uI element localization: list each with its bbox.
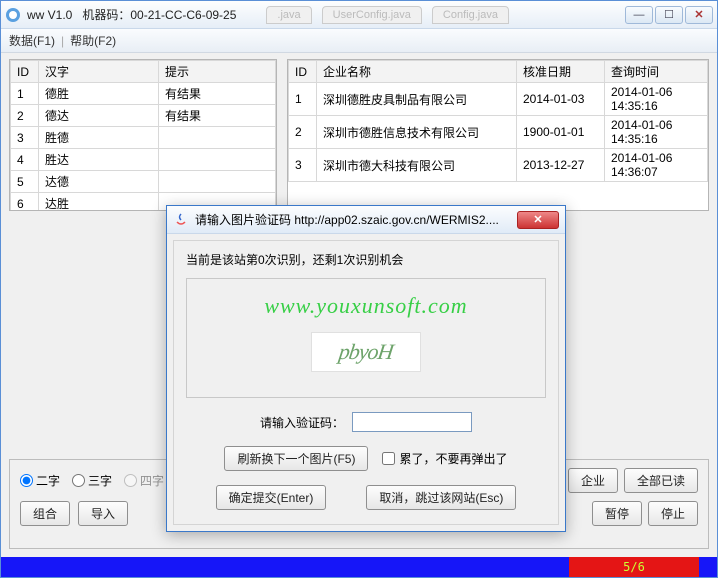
radio-four[interactable]: 四字 [124, 472, 164, 489]
table-header-row: ID 企业名称 核准日期 查询时间 [289, 61, 708, 83]
captcha-dialog: 请输入图片验证码 http://app02.szaic.gov.cn/WERMI… [166, 205, 566, 532]
progress-bar-right [699, 557, 717, 577]
stop-button[interactable]: 停止 [648, 501, 698, 526]
app-icon [5, 7, 21, 23]
captcha-input[interactable] [352, 412, 472, 432]
tired-checkbox-label[interactable]: 累了，不要再弹出了 [382, 450, 507, 467]
main-window: ww V1.0 机器码：00-21-CC-C6-09-25 .java User… [0, 0, 718, 578]
table-row[interactable]: 1德胜有结果 [11, 83, 276, 105]
background-tabs: .java UserConfig.java Config.java [266, 6, 625, 24]
combine-button[interactable]: 组合 [20, 501, 70, 526]
tired-checkbox[interactable] [382, 452, 395, 465]
radio-three[interactable]: 三字 [72, 472, 112, 489]
radio-two[interactable]: 二字 [20, 472, 60, 489]
menu-data[interactable]: 数据(F1) [9, 32, 55, 49]
tables-row: ID 汉字 提示 1德胜有结果 2德达有结果 3胜德 4胜达 5达德 6达胜 I… [9, 59, 709, 211]
progress-text: 5/6 [569, 557, 699, 577]
submit-button[interactable]: 确定提交(Enter) [216, 485, 327, 510]
col-approve-date[interactable]: 核准日期 [517, 61, 605, 83]
progress-bar-left [1, 557, 569, 577]
minimize-button[interactable]: — [625, 6, 653, 24]
char-count-radios: 二字 三字 四字 [20, 472, 164, 489]
captcha-frame: www.youxunsoft.com pbyoH [186, 278, 546, 398]
bg-tab: Config.java [432, 6, 509, 24]
table-row[interactable]: 4胜达 [11, 149, 276, 171]
refresh-captcha-button[interactable]: 刷新换下一个图片(F5) [224, 446, 368, 471]
bg-tab: .java [266, 6, 311, 24]
close-button[interactable]: ✕ [685, 6, 713, 24]
titlebar: ww V1.0 机器码：00-21-CC-C6-09-25 .java User… [1, 1, 717, 29]
all-company-button[interactable]: 企业 [568, 468, 618, 493]
import-button[interactable]: 导入 [78, 501, 128, 526]
pause-button[interactable]: 暂停 [592, 501, 642, 526]
menubar: 数据(F1) | 帮助(F2) [1, 29, 717, 53]
window-controls: — ☐ ✕ [625, 6, 713, 24]
dialog-titlebar: 请输入图片验证码 http://app02.szaic.gov.cn/WERMI… [167, 206, 565, 234]
machine-id: 机器码：00-21-CC-C6-09-25 [82, 6, 236, 23]
table-row[interactable]: 3深圳市德大科技有限公司2013-12-272014-01-06 14:36:0… [289, 149, 708, 182]
table-row[interactable]: 1深圳德胜皮具制品有限公司2014-01-032014-01-06 14:35:… [289, 83, 708, 116]
table-row[interactable]: 2德达有结果 [11, 105, 276, 127]
statusbar: 5/6 [1, 557, 717, 577]
bg-tab: UserConfig.java [322, 6, 422, 24]
col-company[interactable]: 企业名称 [317, 61, 517, 83]
col-hint[interactable]: 提示 [159, 61, 276, 83]
java-icon [173, 212, 189, 228]
left-table: ID 汉字 提示 1德胜有结果 2德达有结果 3胜德 4胜达 5达德 6达胜 [9, 59, 277, 211]
content-area: ID 汉字 提示 1德胜有结果 2德达有结果 3胜德 4胜达 5达德 6达胜 I… [1, 53, 717, 211]
window-title: ww V1.0 [27, 8, 72, 22]
right-table: ID 企业名称 核准日期 查询时间 1深圳德胜皮具制品有限公司2014-01-0… [287, 59, 709, 211]
menu-separator: | [61, 34, 64, 48]
watermark-text: www.youxunsoft.com [264, 293, 467, 319]
col-hanzi[interactable]: 汉字 [39, 61, 159, 83]
dialog-message: 当前是该站第0次识别，还剩1次识别机会 [186, 251, 546, 268]
menu-help[interactable]: 帮助(F2) [70, 32, 116, 49]
dialog-close-button[interactable]: ✕ [517, 211, 559, 229]
captcha-input-label: 请输入验证码： [260, 414, 344, 431]
table-row[interactable]: 3胜德 [11, 127, 276, 149]
dialog-body: 当前是该站第0次识别，还剩1次识别机会 www.youxunsoft.com p… [173, 240, 559, 525]
table-header-row: ID 汉字 提示 [11, 61, 276, 83]
captcha-image: pbyoH [311, 332, 421, 372]
cancel-button[interactable]: 取消，跳过该网站(Esc) [366, 485, 516, 510]
all-read-button[interactable]: 全部已读 [624, 468, 698, 493]
table-row[interactable]: 2深圳市德胜信息技术有限公司1900-01-012014-01-06 14:35… [289, 116, 708, 149]
maximize-button[interactable]: ☐ [655, 6, 683, 24]
captcha-glyphs: pbyoH [337, 339, 394, 365]
col-id[interactable]: ID [289, 61, 317, 83]
dialog-title: 请输入图片验证码 http://app02.szaic.gov.cn/WERMI… [195, 211, 499, 228]
table-row[interactable]: 5达德 [11, 171, 276, 193]
col-query-time[interactable]: 查询时间 [605, 61, 708, 83]
col-id[interactable]: ID [11, 61, 39, 83]
